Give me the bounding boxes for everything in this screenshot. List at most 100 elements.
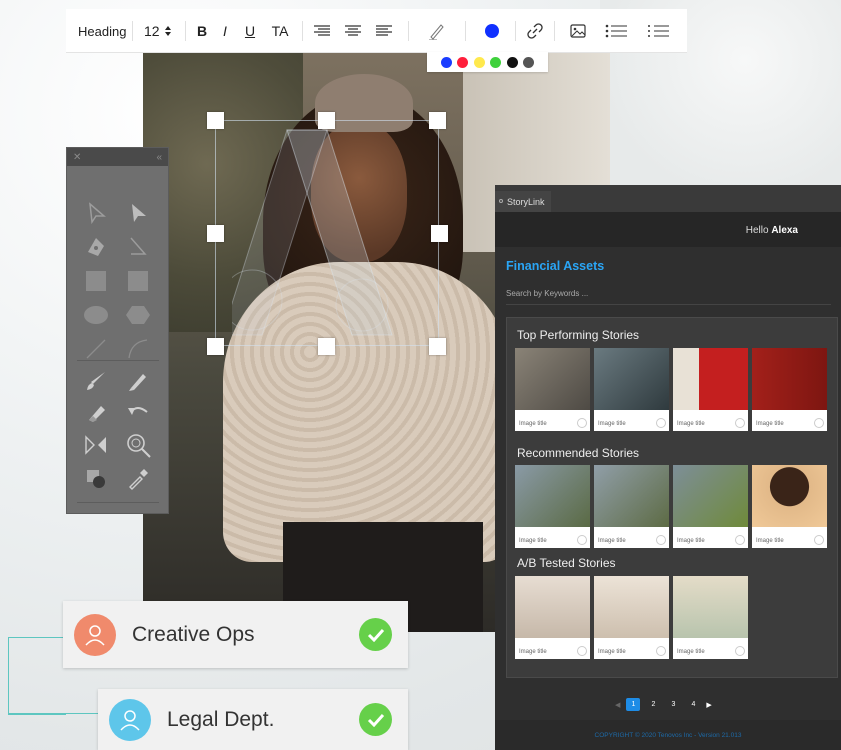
story-card[interactable]: Image title [515,348,590,431]
color-picker-button[interactable] [484,9,500,53]
select-radio[interactable] [577,535,587,545]
layers-tool-icon[interactable] [83,466,109,492]
arc-tool-icon[interactable] [125,336,151,362]
palette-swatch-blue[interactable] [440,56,452,68]
resize-handle-top-left[interactable] [207,112,224,129]
select-radio[interactable] [656,535,666,545]
select-radio[interactable] [577,418,587,428]
story-card[interactable]: Image title [673,348,748,431]
previous-page-icon[interactable]: ◀ [615,701,620,709]
keyword-search-input[interactable]: Search by Keywords ... [506,289,831,305]
select-radio[interactable] [735,418,745,428]
align-right-icon [314,25,330,36]
reflect-tool-icon[interactable] [83,432,109,458]
page-2-button[interactable]: 2 [646,698,660,711]
align-center-button[interactable] [344,9,362,53]
line-tool-icon[interactable] [83,336,109,362]
page-1-button[interactable]: 1 [626,698,641,711]
story-card[interactable]: Image title [673,465,748,548]
select-tool-icon[interactable] [125,200,151,226]
anchor-tool-icon[interactable] [125,234,151,260]
bold-button[interactable]: B [195,9,209,53]
pen-tool-icon[interactable] [83,234,109,260]
bullet-list-button[interactable] [604,9,628,53]
resize-handle-right[interactable] [431,225,448,242]
storylink-tab[interactable]: StoryLink [495,191,551,212]
resize-handle-top-right[interactable] [429,112,446,129]
section-title-top-performing: Top Performing Stories [517,328,640,342]
story-card[interactable]: Image title [594,348,669,431]
resize-handle-bottom-right[interactable] [429,338,446,355]
rectangle-tool-icon[interactable] [83,268,109,294]
page-3-button[interactable]: 3 [666,698,680,711]
rounded-rect-tool-icon[interactable] [125,268,151,294]
story-card[interactable]: Image title [594,576,669,659]
link-button[interactable] [526,9,544,53]
story-thumbnail [673,576,748,638]
story-thumbnail [594,465,669,527]
page-4-button[interactable]: 4 [686,698,700,711]
story-thumbnail [752,465,827,527]
select-radio[interactable] [735,646,745,656]
text-case-button[interactable]: TA [270,9,290,53]
story-card[interactable]: Image title [752,465,827,548]
underline-button[interactable]: U [243,9,257,53]
story-card[interactable]: Image title [673,576,748,659]
italic-button[interactable]: I [219,9,231,53]
pencil-tool-icon[interactable] [125,368,151,394]
align-right-button[interactable] [313,9,331,53]
underline-icon: U [244,23,256,39]
resize-handle-top[interactable] [318,112,335,129]
font-size-stepper[interactable]: 12 [144,9,172,53]
ellipse-tool-icon[interactable] [83,302,109,328]
select-radio[interactable] [814,535,824,545]
select-radio[interactable] [814,418,824,428]
palette-swatch-green[interactable] [490,56,502,68]
approval-card-creative-ops[interactable]: Creative Ops [63,601,408,668]
resize-handle-bottom[interactable] [318,338,335,355]
approval-label: Legal Dept. [167,707,275,731]
direct-select-tool-icon[interactable] [83,200,109,226]
resize-handle-left[interactable] [207,225,224,242]
align-left-icon [376,25,392,36]
collapse-icon[interactable]: « [156,152,162,163]
story-caption: Image title [598,421,626,427]
resize-handle-bottom-left[interactable] [207,338,224,355]
select-radio[interactable] [735,535,745,545]
palette-swatch-black[interactable] [506,56,518,68]
select-radio[interactable] [656,646,666,656]
story-caption: Image title [519,649,547,655]
palette-swatch-red[interactable] [457,56,469,68]
palette-swatch-yellow[interactable] [473,56,485,68]
pen-icon [429,24,444,40]
story-card[interactable]: Image title [515,576,590,659]
story-thumbnail [673,348,748,410]
numbered-list-icon [648,25,669,37]
user-name[interactable]: Alexa [771,225,798,236]
palette-swatch-gray[interactable] [523,56,535,68]
align-left-button[interactable] [375,9,393,53]
brush-tool-icon[interactable] [83,368,109,394]
story-card[interactable]: Image title [515,465,590,548]
numbered-list-button[interactable] [646,9,670,53]
select-radio[interactable] [577,646,587,656]
undo-tool-icon[interactable] [125,400,151,426]
zoom-tool-icon[interactable] [125,432,151,458]
pen-tool-button[interactable] [426,9,448,53]
selection-frame [215,120,439,346]
approval-card-legal-dept[interactable]: Legal Dept. [98,689,408,750]
select-radio[interactable] [656,418,666,428]
insert-image-button[interactable] [569,9,587,53]
polygon-tool-icon[interactable] [125,302,151,328]
close-icon[interactable]: ✕ [73,152,81,163]
font-size-value: 12 [144,23,160,39]
next-page-icon[interactable]: ▶ [706,701,711,709]
eraser-tool-icon[interactable] [83,400,109,426]
story-card[interactable]: Image title [594,465,669,548]
stories-content: Top Performing Stories Image title Image… [506,317,838,678]
eyedropper-tool-icon[interactable] [125,466,151,492]
style-select[interactable]: Heading [78,9,126,53]
story-card[interactable]: Image title [752,348,827,431]
story-thumbnail [594,348,669,410]
image-icon [570,24,586,38]
